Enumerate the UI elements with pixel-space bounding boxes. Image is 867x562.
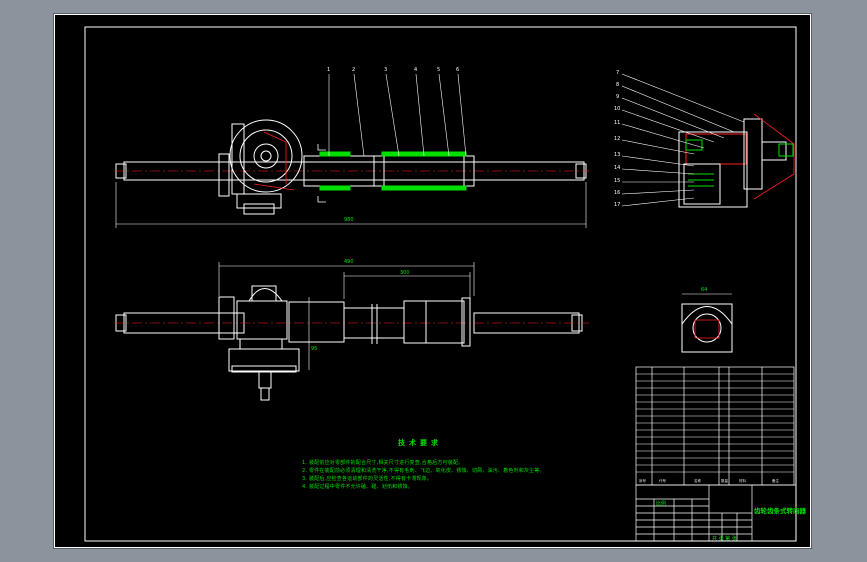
callout-number: 15 [614,178,621,184]
top-view [114,73,589,228]
bom-header-name: 名称 [694,479,701,483]
callout-number: 2 [352,67,356,73]
bom-table [635,366,795,486]
callout-number: 10 [614,106,621,112]
callout-number: 9 [616,94,620,100]
bom-header-qty: 数量 [721,479,728,483]
bom-header-code: 代号 [659,479,666,483]
drawing-title: 齿轮齿条式转向器 [754,507,806,515]
requirement-line: 1. 装配前应对零部件的配合尺寸,相关尺寸进行复查,合格后方可装配。 [302,460,464,466]
drawing-sheet: 序号 代号 名称 数量 材料 备注 技术要求 1. 装配前应对零部件的配合尺寸,… [54,14,811,548]
requirement-line: 4. 装配过程中零件不允许磕、碰、划伤和锈蚀。 [302,484,413,490]
small-section [681,293,733,353]
bom-header-material: 材料 [739,479,746,483]
callout-number: 3 [384,67,388,73]
scale-label: 比例 [656,501,667,507]
callout-number: 8 [616,82,620,88]
bom-header-no: 序号 [639,479,646,483]
bom-header-remarks: 备注 [772,479,779,483]
callout-number: 6 [456,67,460,73]
callout-number: 1 [327,67,331,73]
callout-number: 13 [614,152,621,158]
callout-number: 11 [614,120,621,126]
callout-number: 4 [414,67,418,73]
technical-requirements: 技术要求 1. 装配前应对零部件的配合尺寸,相关尺寸进行复查,合格后方可装配。 … [302,439,632,491]
dim-inner-length: 300 [400,270,410,276]
callout-number: 17 [614,202,621,208]
callout-number: 7 [616,70,620,76]
callout-number: 5 [437,67,441,73]
dim-middle-length: 490 [344,259,354,265]
callout-number: 12 [614,136,621,142]
requirement-line: 2. 零件在装配前必须清理和清洗干净,不得有毛刺、飞边、氧化皮、锈蚀、切屑、油污… [302,468,545,474]
technical-requirements-title: 技术要求 [398,439,442,447]
requirement-line: 3. 装配后,应检查各运动部件的灵活性,不得有卡滞现象。 [302,476,433,482]
callout-number: 16 [614,190,621,196]
section-view [621,73,795,208]
dim-vertical: 95 [311,346,318,352]
front-view [114,262,589,401]
dim-overall-length: 980 [344,217,354,223]
callout-number: 14 [614,165,621,171]
dim-section-width: 64 [701,287,708,293]
sheet-label: 共 张 第 张 [712,536,737,542]
